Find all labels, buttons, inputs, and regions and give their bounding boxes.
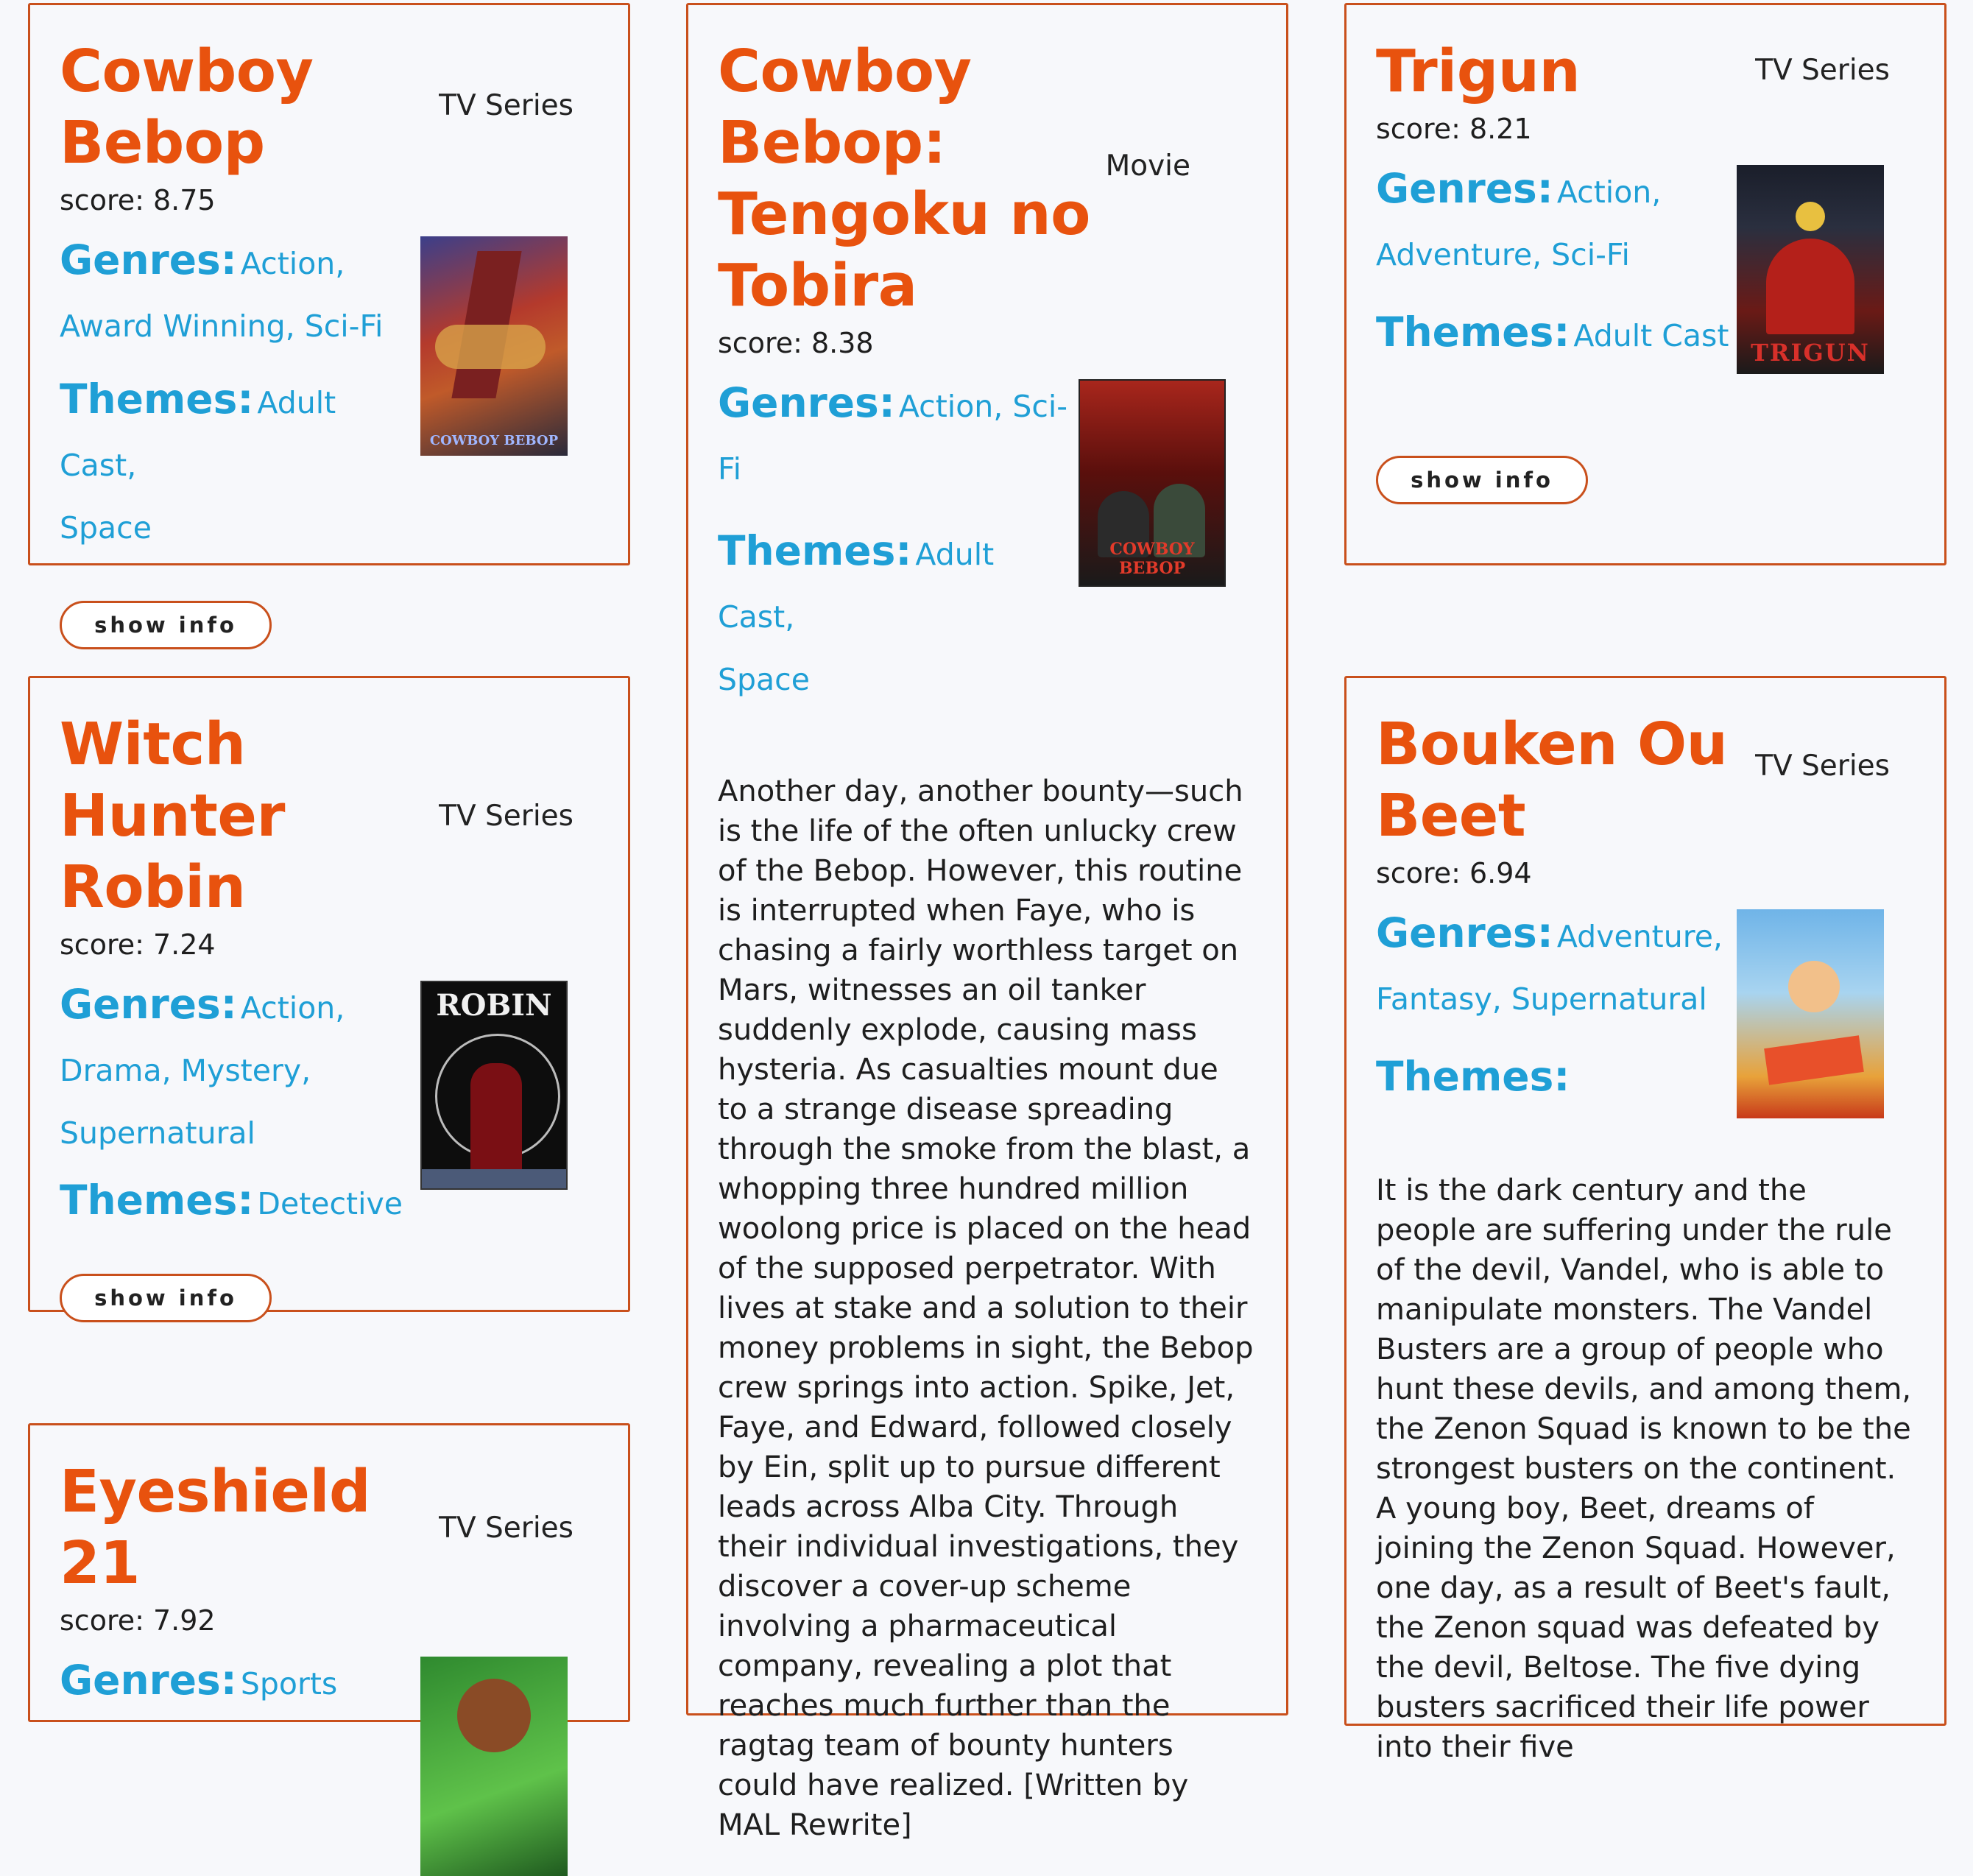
synopsis-text: Another day, another bounty—such is the … (718, 775, 1254, 1842)
poster-image: COWBOY BEBOP (420, 236, 568, 456)
card-title: Witch Hunter Robin (60, 710, 285, 921)
poster-caption: ROBIN (436, 988, 552, 1023)
genres-value: Sports (240, 1666, 338, 1702)
themes-value: Space (60, 510, 152, 546)
synopsis-text: It is the dark century and the people ar… (1376, 1174, 1912, 1764)
genres-label: Genres: (60, 1657, 237, 1704)
genres-value: Drama, Mystery, (60, 1053, 311, 1088)
score-text: score: 8.75 (60, 184, 216, 216)
genres-label: Genres: (60, 981, 237, 1028)
media-type: TV Series (439, 89, 573, 122)
genres-value: Supernatural (60, 1115, 255, 1151)
score-text: score: 7.92 (60, 1604, 216, 1637)
poster-image (1737, 909, 1884, 1118)
themes-label: Themes: (1376, 308, 1570, 356)
poster-image: COWBOY BEBOP (1079, 379, 1226, 587)
score-text: score: 6.94 (1376, 857, 1532, 889)
tags: Genres: Action, Drama, Mystery, Supernatur… (60, 976, 413, 1249)
anime-card-bouken-ou-beet: Bouken Ou Beet TV Series score: 6.94 Gen… (1344, 676, 1946, 1764)
anime-card-cowboy-bebop: Cowboy Bebop TV Series score: 8.75 Genre… (28, 3, 630, 649)
media-type: TV Series (1755, 54, 1890, 87)
anime-card-witch-hunter-robin: Witch Hunter Robin TV Series score: 7.24… (28, 676, 630, 1322)
card-title: Cowboy Bebop (60, 38, 314, 177)
card-title: Cowboy Bebop: Tengoku no Tobira (718, 38, 1090, 320)
media-type: TV Series (1755, 749, 1890, 783)
tags: Genres: Action, Sci-Fi Themes: Adult Cas… (718, 375, 1071, 724)
score-text: score: 7.24 (60, 928, 216, 961)
genres-value: Fantasy, Supernatural (1376, 981, 1707, 1017)
themes-value: Detective (257, 1186, 403, 1221)
poster-image: ROBIN (420, 981, 568, 1190)
anime-card-eyeshield-21: Eyeshield 21 TV Series score: 7.92 Genre… (28, 1423, 630, 1876)
show-info-button[interactable]: show info (60, 1274, 272, 1322)
poster-image (420, 1657, 568, 1876)
poster-caption: COWBOY BEBOP (429, 433, 559, 448)
anime-card-trigun: Trigun TV Series score: 8.21 Genres: Act… (1344, 3, 1946, 565)
media-type: TV Series (439, 1511, 573, 1545)
genres-value: Adventure, Sci-Fi (1376, 237, 1630, 272)
themes-value: Space (718, 662, 810, 697)
poster-caption: TRIGUN (1751, 339, 1870, 367)
score-text: score: 8.38 (718, 327, 874, 359)
genres-value: Award Winning, Sci-Fi (60, 308, 384, 344)
genres-label: Genres: (60, 236, 237, 283)
themes-value: Adult Cast (1573, 318, 1729, 353)
show-info-button[interactable]: show info (1376, 456, 1588, 504)
genres-value: Adventure, (1556, 919, 1723, 954)
themes-label: Themes: (60, 1177, 254, 1224)
themes-label: Themes: (60, 375, 254, 423)
tags: Genres: Adventure, Fantasy, Supernatural … (1376, 905, 1729, 1125)
genres-value: Action, (1556, 174, 1662, 210)
tags: Genres: Action, Award Winning, Sci-Fi The… (60, 232, 413, 573)
themes-label: Themes: (1376, 1053, 1570, 1100)
tags: Genres: Sports (60, 1652, 413, 1729)
media-type: TV Series (439, 800, 573, 833)
poster-caption: COWBOY BEBOP (1109, 540, 1195, 578)
tags: Genres: Action, Adventure, Sci-Fi Themes:… (1376, 161, 1729, 381)
genres-label: Genres: (718, 379, 895, 426)
score-text: score: 8.21 (1376, 113, 1532, 145)
show-info-button[interactable]: show info (60, 601, 272, 649)
genres-value: Action, (240, 990, 345, 1026)
themes-label: Themes: (718, 527, 912, 574)
genres-value: Action, (240, 246, 345, 281)
media-type: Movie (1105, 149, 1190, 183)
card-title: Bouken Ou Beet (1376, 710, 1728, 850)
genres-label: Genres: (1376, 909, 1553, 956)
anime-card-cowboy-bebop-movie: Cowboy Bebop: Tengoku no Tobira Movie sc… (686, 3, 1288, 1842)
card-title: Trigun (1376, 38, 1581, 105)
card-title: Eyeshield 21 (60, 1458, 371, 1597)
genres-label: Genres: (1376, 165, 1553, 212)
poster-image: TRIGUN (1737, 165, 1884, 374)
